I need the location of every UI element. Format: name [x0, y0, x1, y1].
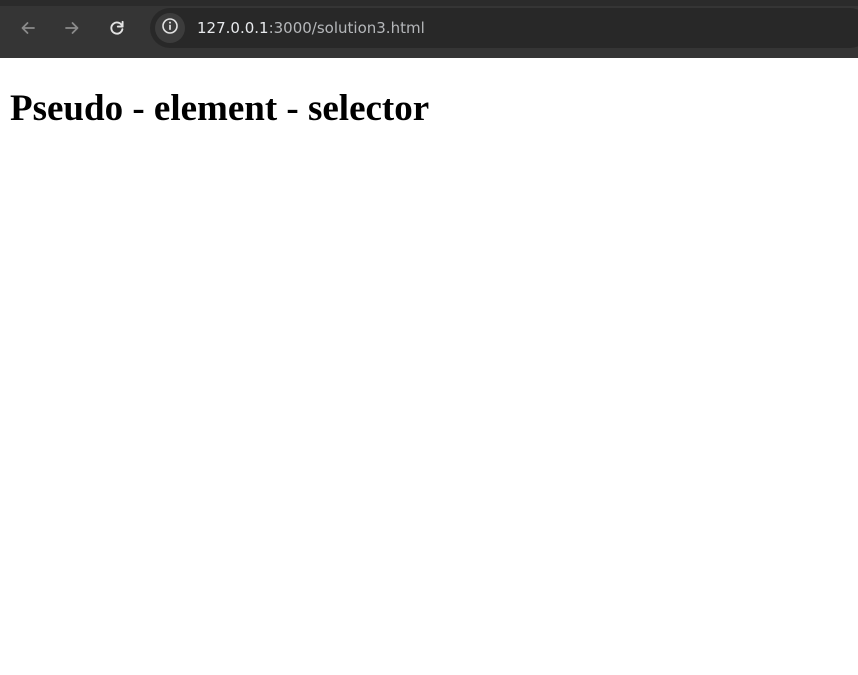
reload-button[interactable]	[102, 13, 132, 43]
info-icon	[161, 17, 179, 40]
back-button[interactable]	[13, 13, 43, 43]
arrow-left-icon	[19, 19, 37, 37]
arrow-right-icon	[63, 19, 81, 37]
forward-button[interactable]	[57, 13, 87, 43]
browser-toolbar: 127.0.0.1:3000/solution3.html	[0, 0, 858, 58]
url-text[interactable]: 127.0.0.1:3000/solution3.html	[197, 18, 425, 38]
reload-icon	[108, 19, 126, 37]
page-content: Pseudo - element - selector	[0, 58, 858, 675]
address-bar[interactable]: 127.0.0.1:3000/solution3.html	[150, 8, 858, 48]
toolbar-top-edge	[0, 0, 858, 6]
url-host: 127.0.0.1	[197, 19, 269, 37]
page-heading: Pseudo - element - selector	[10, 88, 430, 129]
site-info-button[interactable]	[155, 13, 185, 43]
url-path: :3000/solution3.html	[268, 19, 425, 37]
